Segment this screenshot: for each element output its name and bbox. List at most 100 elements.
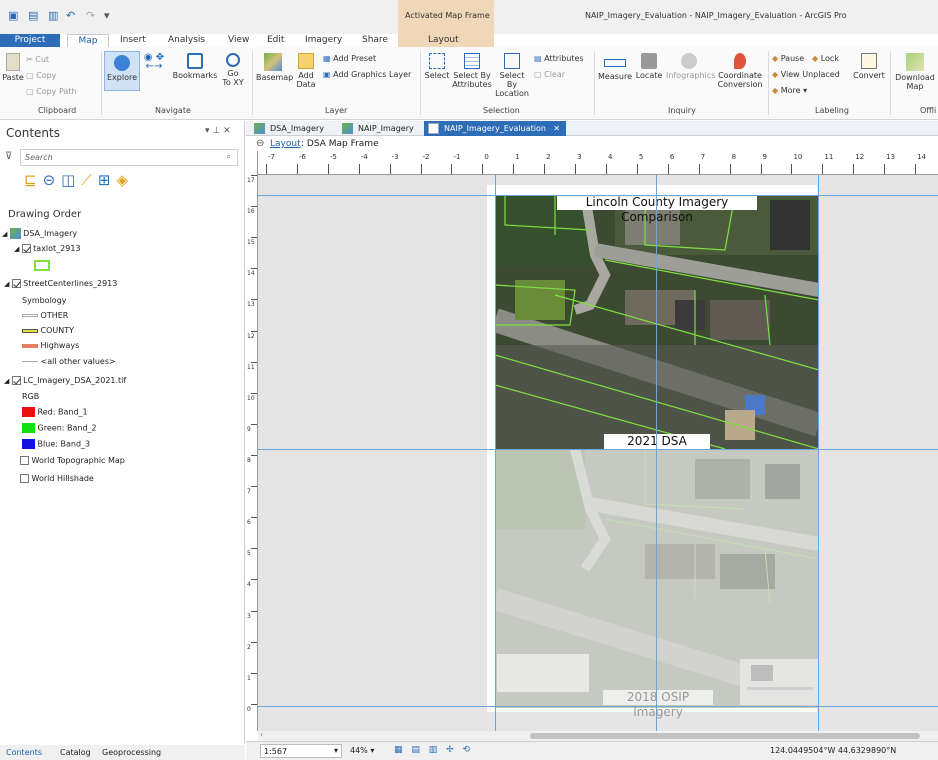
copy-button[interactable]: ▢ Copy: [26, 71, 56, 80]
convert-button[interactable]: Convert: [852, 53, 886, 80]
map-frame-2018-imagery[interactable]: [495, 449, 819, 708]
band-red[interactable]: Red: Band_1: [22, 407, 88, 417]
tab-layout[interactable]: Layout: [428, 34, 459, 47]
layer-visibility-checkbox[interactable]: [11, 376, 21, 385]
expand-icon[interactable]: ◢: [4, 280, 12, 288]
pause-button[interactable]: ◆ Pause: [772, 54, 804, 63]
guide-line[interactable]: [258, 195, 938, 196]
layer-visibility-checkbox[interactable]: [21, 244, 31, 253]
toc-layer-imagery[interactable]: ◢ LC_Imagery_DSA_2021.tif: [4, 376, 126, 385]
layer-visibility-checkbox[interactable]: [11, 279, 21, 288]
navigation-arrows-icon[interactable]: ◉ ✥ ←→: [142, 53, 166, 89]
expand-icon[interactable]: ◢: [2, 230, 10, 238]
tab-view[interactable]: View: [228, 34, 249, 47]
editing-icon[interactable]: ⟋: [81, 171, 98, 189]
lock-button[interactable]: ◆ Lock: [812, 54, 839, 63]
toc-layer-hillshade[interactable]: World Hillshade: [20, 474, 94, 483]
selection-icon[interactable]: ◫: [61, 171, 81, 189]
view-tab-dsa-imagery[interactable]: DSA_Imagery: [250, 121, 334, 136]
tab-insert[interactable]: Insert: [120, 34, 146, 47]
clear-button[interactable]: ▢ Clear: [534, 70, 565, 79]
select-button[interactable]: Select: [424, 53, 450, 80]
scale-select[interactable]: 1:567 ▾: [260, 744, 342, 758]
infographics-button[interactable]: Infographics: [666, 53, 715, 80]
layer-visibility-checkbox[interactable]: [20, 456, 29, 465]
layer-visibility-checkbox[interactable]: [20, 474, 29, 483]
drawing-order-icon[interactable]: ⊑: [24, 171, 43, 189]
tab-share[interactable]: Share: [362, 34, 388, 47]
go-to-xy-button[interactable]: Go To XY: [220, 53, 246, 87]
new-project-icon[interactable]: ▣: [8, 9, 18, 22]
legend-item-other[interactable]: OTHER: [22, 311, 68, 320]
select-by-attributes-button[interactable]: Select By Attributes: [452, 53, 492, 89]
legend-item-highways[interactable]: Highways: [22, 341, 79, 350]
guide-line[interactable]: [258, 706, 938, 707]
save-project-icon[interactable]: ▥: [48, 9, 58, 22]
breadcrumb-layout-link[interactable]: Layout: [270, 139, 301, 149]
bookmarks-button[interactable]: Bookmarks: [172, 53, 218, 80]
legend-item-all-other[interactable]: <all other values>: [22, 357, 116, 366]
toc-layer-street-centerlines[interactable]: ◢ StreetCenterlines_2913: [4, 279, 117, 288]
cut-button[interactable]: ✂ Cut: [26, 55, 49, 64]
zoom-select[interactable]: 44% ▾: [350, 746, 374, 755]
select-by-location-button[interactable]: Select By Location: [494, 53, 530, 98]
guide-line[interactable]: [258, 449, 938, 450]
taxlot-symbol-swatch[interactable]: [34, 260, 50, 271]
toc-map-dsa-imagery[interactable]: ◢ DSA_Imagery: [0, 228, 77, 239]
view-unplaced-button[interactable]: ◆ View Unplaced: [772, 70, 840, 79]
view-tab-naip-imagery-evaluation[interactable]: NAIP_Imagery_Evaluation ✕: [424, 121, 566, 136]
add-preset-button[interactable]: ▦ Add Preset: [323, 54, 376, 63]
quick-access-dropdown-icon[interactable]: ▾: [104, 9, 110, 22]
guide-line[interactable]: [495, 175, 496, 731]
undo-icon[interactable]: ↶: [66, 9, 75, 22]
scroll-left-icon[interactable]: ‹: [260, 730, 263, 739]
data-source-icon[interactable]: ⊝: [43, 171, 62, 189]
layout-title[interactable]: Lincoln County Imagery Comparison: [557, 195, 757, 224]
add-graphics-layer-button[interactable]: ▣ Add Graphics Layer: [323, 70, 411, 79]
tab-contents[interactable]: Contents: [6, 748, 42, 757]
coordinate-conversion-button[interactable]: Coordinate Conversion: [714, 53, 766, 89]
tab-map[interactable]: Map: [67, 34, 109, 48]
label-2018-imagery[interactable]: 2018 OSIP Imagery: [603, 690, 713, 719]
horizontal-scrollbar[interactable]: ‹: [258, 730, 938, 741]
band-blue[interactable]: Blue: Band_3: [22, 439, 90, 449]
tab-geoprocessing[interactable]: Geoprocessing: [102, 748, 161, 757]
expand-icon[interactable]: ◢: [4, 377, 12, 385]
redo-icon[interactable]: ↷: [86, 9, 95, 22]
filter-icon[interactable]: ⊽: [5, 151, 12, 162]
status-tool-icons[interactable]: ▦ ▤ ▥ ✢ ⟲: [394, 745, 473, 755]
legend-item-county[interactable]: COUNTY: [22, 326, 74, 335]
download-map-button[interactable]: Download Map: [893, 53, 937, 91]
expand-icon[interactable]: ◢: [14, 245, 22, 253]
locate-button[interactable]: Locate: [634, 53, 664, 80]
pane-options-icon[interactable]: ▾ ⊥ ✕: [205, 126, 231, 136]
more-button[interactable]: ◆ More ▾: [772, 86, 807, 95]
toc-layer-taxlot[interactable]: ◢ taxlot_2913: [14, 244, 81, 253]
measure-button[interactable]: Measure: [598, 53, 632, 81]
tab-catalog[interactable]: Catalog: [60, 748, 91, 757]
open-project-icon[interactable]: ▤: [28, 9, 38, 22]
labeling-icon[interactable]: ◈: [116, 171, 134, 189]
copy-path-button[interactable]: ▢ Copy Path: [26, 87, 77, 96]
tab-edit[interactable]: Edit: [267, 34, 284, 47]
basemap-button[interactable]: Basemap: [256, 53, 293, 82]
tab-project[interactable]: Project: [0, 34, 60, 47]
back-icon[interactable]: ⊖: [256, 138, 264, 149]
snapping-icon[interactable]: ⊞: [98, 171, 117, 189]
explore-button[interactable]: Explore: [104, 51, 140, 91]
paste-button[interactable]: Paste: [2, 53, 24, 82]
label-2021-imagery[interactable]: 2021 DSA Imagery: [604, 434, 710, 463]
guide-line[interactable]: [656, 175, 657, 731]
view-tab-naip-imagery[interactable]: NAIP_Imagery: [338, 121, 420, 136]
guide-line[interactable]: [818, 175, 819, 731]
scrollbar-thumb[interactable]: [530, 733, 920, 739]
add-data-button[interactable]: Add Data: [292, 53, 320, 89]
map-frame-2021-imagery[interactable]: [495, 195, 819, 449]
tab-imagery[interactable]: Imagery: [305, 34, 342, 47]
tab-analysis[interactable]: Analysis: [168, 34, 205, 47]
search-input[interactable]: Search ⌕: [20, 149, 238, 166]
band-green[interactable]: Green: Band_2: [22, 423, 97, 433]
close-icon[interactable]: ✕: [553, 121, 560, 136]
toc-layer-topo[interactable]: World Topographic Map: [20, 456, 125, 465]
attributes-button[interactable]: ▤ Attributes: [534, 54, 584, 63]
